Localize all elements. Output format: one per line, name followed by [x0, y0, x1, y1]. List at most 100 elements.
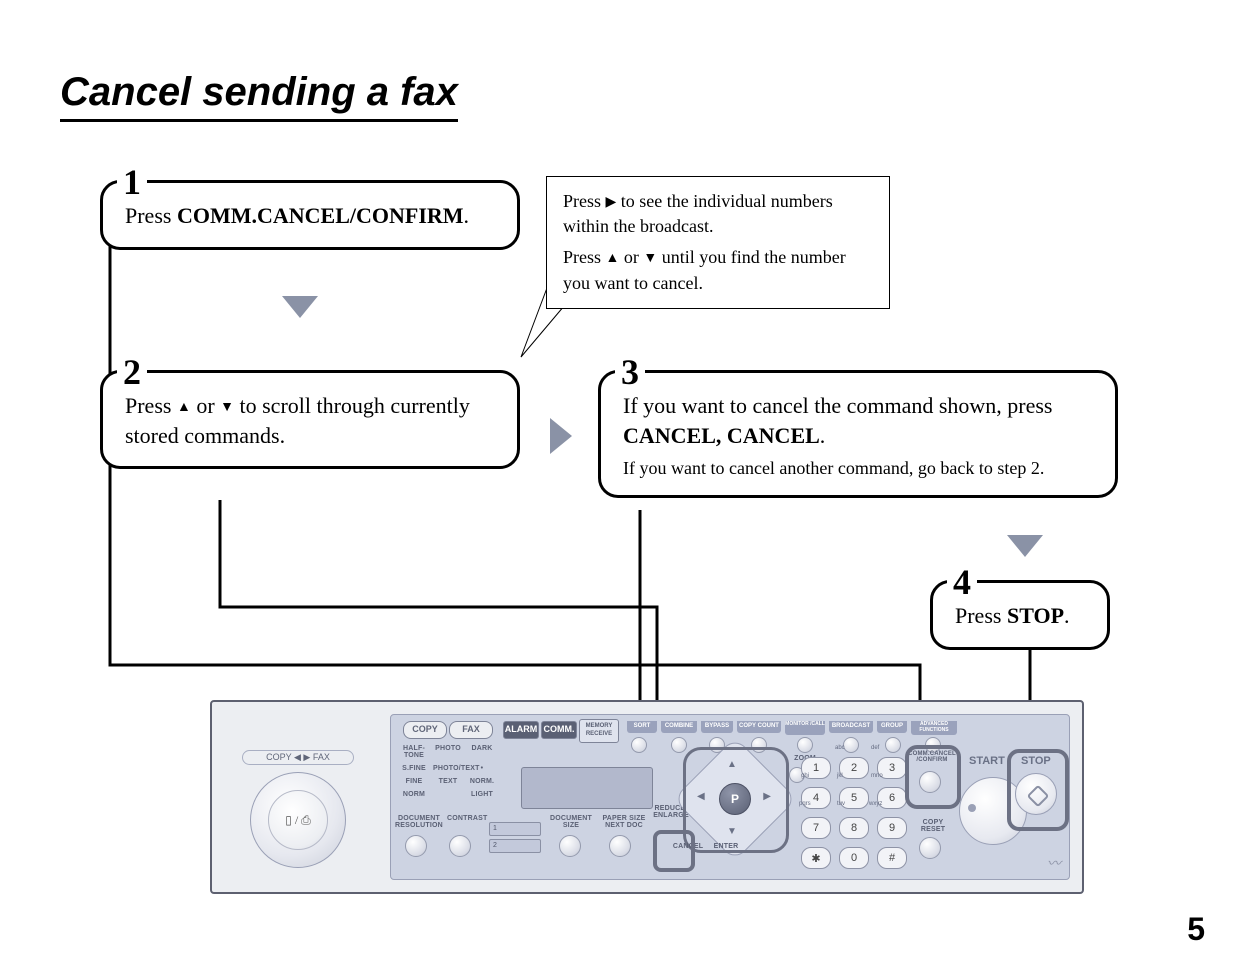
tray-1[interactable]: 1 [489, 822, 541, 836]
res-sfine: S.FINE [399, 765, 429, 772]
step-4-pre: Press [955, 603, 1007, 628]
tab-group[interactable]: GROUP [877, 721, 907, 733]
keylabel-jkl: jkl [837, 773, 843, 779]
step-2-mid: or [191, 393, 220, 418]
arrow-step2-to-step3-icon [550, 418, 572, 454]
paper-size-button[interactable] [609, 835, 631, 857]
tab-copy-count[interactable]: COPY COUNT [737, 721, 781, 733]
res-phototext: PHOTO/TEXT [433, 765, 463, 772]
key-2[interactable]: 2 [839, 757, 869, 779]
resolution-contrast-grid: HALF-TONE PHOTO DARK S.FINE PHOTO/TEXT •… [399, 745, 497, 798]
cancel-key-highlight [653, 830, 695, 872]
doc-size-label: DOCUMENT SIZE [549, 815, 593, 829]
doc-resolution-button[interactable] [405, 835, 427, 857]
copy-reset-button[interactable] [919, 837, 941, 859]
broadcast-button[interactable] [843, 737, 859, 753]
down-triangle-icon: ▼ [643, 249, 657, 269]
combine-button[interactable] [671, 737, 687, 753]
contrast-light: LIGHT [467, 791, 497, 798]
callout-l1-pre: Press [563, 191, 606, 211]
step-2-number: 2 [117, 351, 147, 393]
page-number: 5 [1187, 911, 1205, 948]
step-3-bold: CANCEL, CANCEL [623, 423, 820, 448]
key-8[interactable]: 8 [839, 817, 869, 839]
monitor-call-button[interactable] [797, 737, 813, 753]
tab-combine[interactable]: COMBINE [661, 721, 697, 733]
copy-mode-pill[interactable]: COPY [403, 721, 447, 739]
step-2-text: Press ▲ or ▼ to scroll through currently… [125, 391, 495, 450]
up-triangle-icon: ▲ [606, 249, 620, 269]
step-4-number: 4 [947, 561, 977, 603]
step-4-box: 4 Press STOP. [930, 580, 1110, 650]
contrast-dot1: • [467, 765, 497, 772]
tab-broadcast[interactable]: BROADCAST [829, 721, 873, 733]
comm-indicator: COMM. [541, 721, 577, 739]
contrast-label: CONTRAST [447, 815, 487, 822]
nav-pad-highlight [683, 747, 789, 853]
keylabel-def: def [871, 745, 879, 751]
memory-receive-indicator: MEMORY RECEIVE [579, 719, 619, 743]
step-4-text: Press STOP. [955, 601, 1085, 631]
step-3-pre: If you want to cancel the command shown,… [623, 393, 1053, 418]
sort-button[interactable] [631, 737, 647, 753]
key-7[interactable]: 7 [801, 817, 831, 839]
keylabel-wxyz: wxyz [869, 801, 882, 807]
step-3-box: 3 If you want to cancel the command show… [598, 370, 1118, 498]
keylabel-mno: mno [871, 773, 883, 779]
step-1-bold: COMM.CANCEL/CONFIRM [177, 203, 464, 228]
tab-advanced[interactable]: ADVANCED FUNCTIONS [911, 721, 957, 735]
start-label: START [969, 755, 1005, 767]
res-photo: PHOTO [433, 745, 463, 759]
callout-line-1: Press ▶ to see the individual numbers wi… [563, 189, 873, 239]
arrow-step1-to-step2-icon [282, 296, 318, 318]
res-norm: NORM [399, 791, 429, 798]
arrow-step3-to-step4-icon [1007, 535, 1043, 557]
step-3-subtext: If you want to cancel another command, g… [623, 458, 1093, 479]
numeric-keypad: 1 2 3 4 5 6 7 8 9 ✱ 0 # [797, 753, 911, 873]
step-2-box: 2 Press ▲ or ▼ to scroll through current… [100, 370, 520, 469]
fax-mode-pill[interactable]: FAX [449, 721, 493, 739]
step-3-number: 3 [615, 351, 645, 393]
paper-size-label: PAPER SIZE NEXT DOC [599, 815, 649, 829]
keylabel-tuv: tuv [837, 801, 845, 807]
group-button[interactable] [885, 737, 901, 753]
up-triangle-icon: ▲ [177, 399, 191, 418]
step-1-box: 1 Press COMM.CANCEL/CONFIRM. [100, 180, 520, 250]
lcd-display [521, 767, 653, 809]
key-0[interactable]: 0 [839, 847, 869, 869]
page-title: Cancel sending a fax [60, 70, 458, 122]
fax-control-panel: COPY ◀ ▶ FAX ▯ / ⎙ COPY FAX ALARM COMM. … [210, 700, 1084, 894]
contrast-dark: DARK [467, 745, 497, 759]
res-blank [433, 791, 463, 798]
paper-tray: 1 2 [489, 819, 541, 857]
keylabel-pqrs: pqrs [799, 801, 811, 807]
stop-highlight [1007, 749, 1069, 831]
copy-reset-label: COPY RESET [915, 819, 951, 833]
callout-box: Press ▶ to see the individual numbers wi… [546, 176, 890, 309]
tab-monitor-call[interactable]: MONITOR /CALL [785, 721, 825, 735]
brand-logo-icon: 〰 [1047, 853, 1061, 873]
step-3-post: . [820, 423, 826, 448]
start-led-icon [968, 804, 976, 812]
doc-resolution-label: DOCUMENT RESOLUTION [395, 815, 443, 829]
key-hash[interactable]: # [877, 847, 907, 869]
tab-bypass[interactable]: BYPASS [701, 721, 733, 733]
key-star[interactable]: ✱ [801, 847, 831, 869]
mode-knob-face[interactable]: ▯ / ⎙ [268, 790, 328, 850]
right-triangle-icon: ▶ [606, 193, 617, 213]
step-4-post: . [1064, 603, 1070, 628]
callout-l2-pre: Press [563, 247, 606, 267]
panel-inner: COPY FAX ALARM COMM. MEMORY RECEIVE HALF… [390, 714, 1070, 880]
alarm-indicator: ALARM [503, 721, 539, 739]
tab-sort[interactable]: SORT [627, 721, 657, 733]
doc-size-button[interactable] [559, 835, 581, 857]
callout-l2-mid: or [619, 247, 643, 267]
comm-cancel-highlight [905, 745, 961, 809]
mode-knob-area: COPY ◀ ▶ FAX ▯ / ⎙ [232, 750, 362, 880]
tray-2[interactable]: 2 [489, 839, 541, 853]
key-9[interactable]: 9 [877, 817, 907, 839]
down-triangle-icon: ▼ [220, 399, 234, 418]
mode-knob-label: COPY ◀ ▶ FAX [242, 750, 354, 765]
step-1-pre: Press [125, 203, 177, 228]
contrast-button[interactable] [449, 835, 471, 857]
